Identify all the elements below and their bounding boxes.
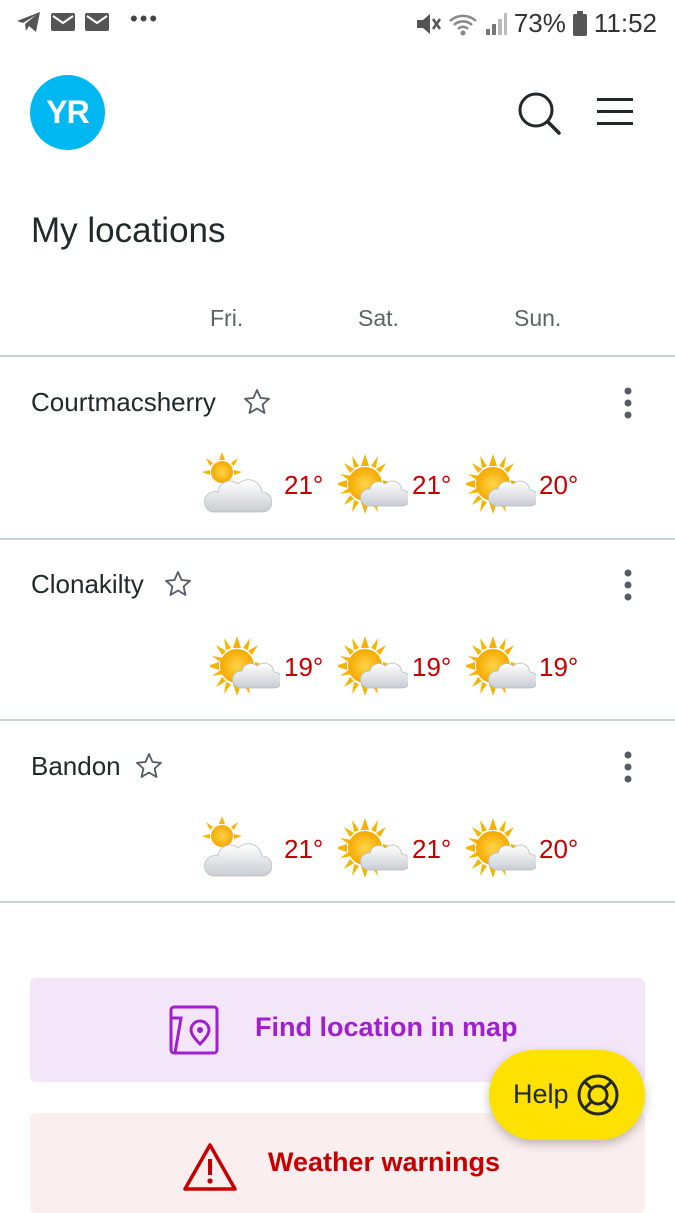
location-row-clonakilty[interactable]: Clonakilty 19° 19° 19°	[0, 539, 675, 719]
day-labels: Fri. Sat. Sun.	[0, 305, 675, 337]
favorite-star-icon[interactable]	[164, 570, 192, 598]
location-name[interactable]: Clonakilty	[31, 569, 144, 600]
signal-icon	[485, 12, 507, 35]
help-button[interactable]: Help	[489, 1050, 645, 1140]
partly-cloudy-icon	[202, 452, 272, 518]
location-row-courtmacsherry[interactable]: Courtmacsherry 21° 21° 20°	[0, 357, 675, 537]
more-options-icon[interactable]	[612, 567, 644, 603]
yr-logo[interactable]: YR	[30, 75, 105, 150]
warning-triangle-icon	[183, 1143, 237, 1191]
partly-cloudy-icon	[202, 816, 272, 882]
status-left: •••	[16, 6, 159, 34]
more-options-icon[interactable]	[612, 385, 644, 421]
hamburger-menu-icon	[597, 98, 633, 125]
status-right: 73% 11:52	[414, 8, 657, 39]
more-options-icon[interactable]	[612, 749, 644, 785]
temperature: 19°	[284, 652, 324, 682]
location-name[interactable]: Courtmacsherry	[31, 387, 216, 418]
temperature: 21°	[284, 470, 324, 500]
temperature: 19°	[539, 652, 579, 682]
temperature: 21°	[412, 834, 452, 864]
battery-percent: 73%	[513, 8, 566, 38]
search-icon	[518, 92, 561, 135]
favorite-star-icon[interactable]	[243, 388, 271, 416]
divider	[0, 901, 675, 903]
mail-icon	[85, 13, 109, 31]
clock: 11:52	[593, 8, 657, 38]
fair-icon	[466, 816, 536, 882]
favorite-star-icon[interactable]	[135, 752, 163, 780]
menu-button[interactable]	[595, 94, 635, 130]
location-row-bandon[interactable]: Bandon 21° 21° 20°	[0, 721, 675, 901]
search-button[interactable]	[514, 88, 564, 138]
location-name[interactable]: Bandon	[31, 751, 121, 782]
logo-text: YR	[46, 94, 89, 130]
day-label-sat: Sat.	[358, 305, 399, 331]
find-location-label: Find location in map	[255, 1012, 518, 1042]
help-label: Help	[513, 1079, 569, 1109]
fair-icon	[210, 634, 280, 700]
more-notifications-icon: •••	[130, 6, 160, 31]
temperature: 20°	[539, 470, 579, 500]
temperature: 21°	[284, 834, 324, 864]
temperature: 21°	[412, 470, 452, 500]
map-pin-icon	[169, 1005, 219, 1055]
weather-warnings-label: Weather warnings	[268, 1147, 501, 1177]
day-label-fri: Fri.	[210, 305, 244, 331]
temperature: 20°	[539, 834, 579, 864]
fair-icon	[466, 634, 536, 700]
status-bar: ••• 73% 11:52	[0, 0, 675, 48]
lifebuoy-icon	[577, 1074, 619, 1116]
page-title: My locations	[31, 211, 226, 250]
telegram-icon	[17, 12, 40, 32]
fair-icon	[466, 452, 536, 518]
battery-icon	[572, 10, 587, 36]
wifi-icon	[448, 14, 477, 35]
temperature: 19°	[412, 652, 452, 682]
mail-icon	[51, 13, 75, 31]
day-label-sun: Sun.	[514, 305, 562, 331]
fair-icon	[338, 634, 408, 700]
mute-icon	[416, 13, 441, 34]
fair-icon	[338, 452, 408, 518]
fair-icon	[338, 816, 408, 882]
